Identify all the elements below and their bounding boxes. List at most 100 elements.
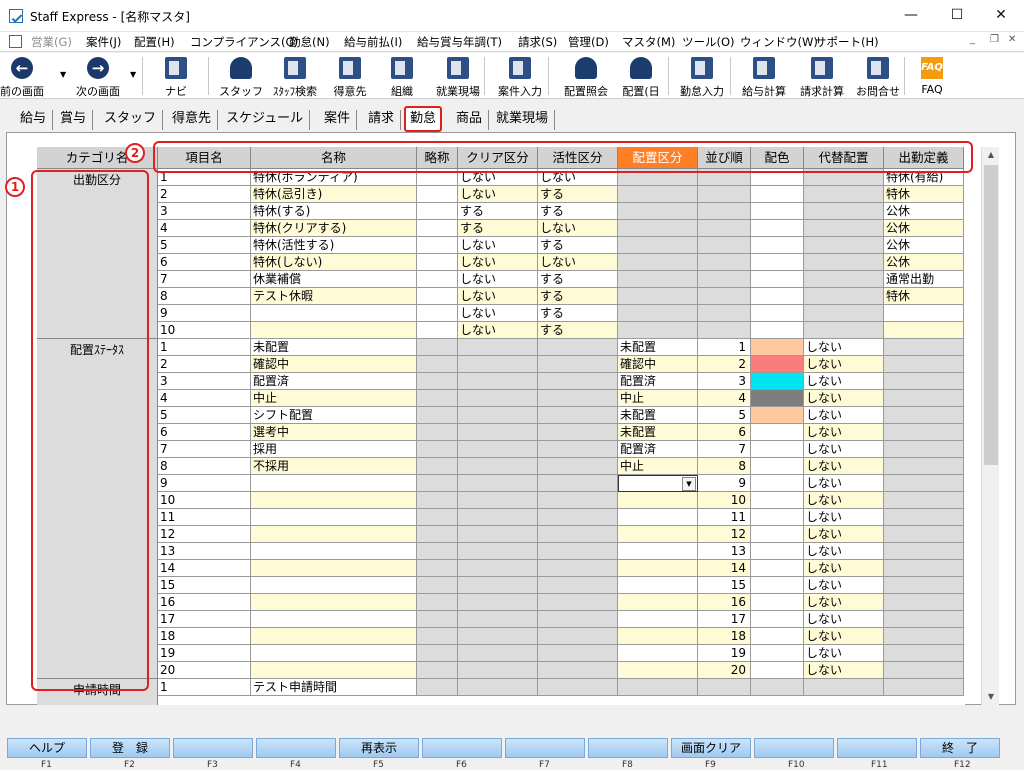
alt-placement-cell[interactable]: しない — [804, 611, 884, 628]
order-cell[interactable]: 20 — [698, 662, 751, 679]
attendance-def-cell[interactable] — [884, 322, 964, 339]
item-cell[interactable]: 6 — [158, 254, 251, 271]
order-cell[interactable]: 16 — [698, 594, 751, 611]
name-cell[interactable] — [251, 628, 417, 645]
menu-item-13[interactable]: サポート(H) — [815, 34, 879, 50]
attendance-def-cell[interactable] — [884, 305, 964, 322]
color-cell[interactable] — [751, 645, 804, 662]
name-cell[interactable]: テスト申請時間 — [251, 679, 417, 696]
item-cell[interactable]: 7 — [158, 441, 251, 458]
active-kubun-cell[interactable]: する — [538, 186, 618, 203]
clear-kubun-cell[interactable]: しない — [458, 305, 538, 322]
name-cell[interactable]: 配置済 — [251, 373, 417, 390]
clear-kubun-cell[interactable]: しない — [458, 186, 538, 203]
name-cell[interactable]: 確認中 — [251, 356, 417, 373]
mdi-restore-icon[interactable]: ❐ — [990, 34, 999, 45]
color-cell[interactable] — [751, 475, 804, 492]
name-cell[interactable]: 休業補償 — [251, 271, 417, 288]
scroll-thumb[interactable] — [984, 165, 998, 465]
name-cell[interactable] — [251, 560, 417, 577]
alt-placement-cell[interactable]: しない — [804, 594, 884, 611]
clear-kubun-cell[interactable]: しない — [458, 237, 538, 254]
abbrev-cell[interactable] — [417, 254, 458, 271]
placement-kubun-cell[interactable] — [618, 577, 698, 594]
name-cell[interactable] — [251, 526, 417, 543]
close-button[interactable]: ✕ — [978, 0, 1024, 30]
fkey-button-11[interactable] — [837, 738, 917, 758]
placement-kubun-cell[interactable] — [618, 611, 698, 628]
toolbar-button-1[interactable]: ← 前の画面 — [0, 54, 44, 98]
order-cell[interactable]: 7 — [698, 441, 751, 458]
menu-item-1[interactable]: 営業(G) — [31, 34, 72, 50]
alt-placement-cell[interactable]: しない — [804, 424, 884, 441]
toolbar-button-13[interactable]: 給与計算 — [736, 54, 792, 98]
menu-item-3[interactable]: 配置(H) — [134, 34, 175, 50]
color-cell[interactable] — [751, 339, 804, 356]
alt-placement-cell[interactable]: しない — [804, 475, 884, 492]
name-cell[interactable]: 採用 — [251, 441, 417, 458]
name-cell[interactable]: 特休(する) — [251, 203, 417, 220]
name-cell[interactable] — [251, 322, 417, 339]
color-cell[interactable] — [751, 458, 804, 475]
menu-item-6[interactable]: 給与前払(I) — [344, 34, 402, 50]
color-cell[interactable] — [751, 254, 804, 271]
item-cell[interactable]: 15 — [158, 577, 251, 594]
color-cell[interactable] — [751, 322, 804, 339]
alt-placement-cell[interactable]: しない — [804, 645, 884, 662]
color-cell[interactable] — [751, 237, 804, 254]
placement-kubun-cell[interactable] — [618, 492, 698, 509]
name-cell[interactable]: シフト配置 — [251, 407, 417, 424]
active-kubun-cell[interactable]: しない — [538, 220, 618, 237]
item-cell[interactable]: 8 — [158, 458, 251, 475]
order-cell[interactable]: 17 — [698, 611, 751, 628]
color-cell[interactable] — [751, 594, 804, 611]
abbrev-cell[interactable] — [417, 220, 458, 237]
name-cell[interactable] — [251, 611, 417, 628]
item-cell[interactable]: 6 — [158, 424, 251, 441]
alt-placement-cell[interactable]: しない — [804, 577, 884, 594]
dropdown-arrow-icon[interactable]: ▼ — [130, 70, 136, 79]
menu-item-4[interactable]: コンプライアンス(C) — [190, 34, 298, 50]
color-cell[interactable] — [751, 492, 804, 509]
dropdown-arrow-icon[interactable]: ▼ — [60, 70, 66, 79]
order-cell[interactable]: 4 — [698, 390, 751, 407]
color-cell[interactable] — [751, 441, 804, 458]
order-cell[interactable]: 6 — [698, 424, 751, 441]
fkey-button-4[interactable] — [256, 738, 336, 758]
item-cell[interactable]: 11 — [158, 509, 251, 526]
abbrev-cell[interactable] — [417, 271, 458, 288]
mdi-close-icon[interactable]: ✕ — [1008, 34, 1016, 45]
clear-kubun-cell[interactable]: する — [458, 203, 538, 220]
item-cell[interactable]: 8 — [158, 288, 251, 305]
order-cell[interactable]: 15 — [698, 577, 751, 594]
menu-item-8[interactable]: 請求(S) — [518, 34, 557, 50]
placement-kubun-cell[interactable]: 中止 — [618, 458, 698, 475]
clear-kubun-cell[interactable]: しない — [458, 288, 538, 305]
name-cell[interactable] — [251, 662, 417, 679]
item-cell[interactable]: 16 — [158, 594, 251, 611]
toolbar-button-2[interactable]: → 次の画面 — [70, 54, 126, 98]
alt-placement-cell[interactable]: しない — [804, 339, 884, 356]
fkey-button-10[interactable] — [754, 738, 834, 758]
active-kubun-cell[interactable]: する — [538, 288, 618, 305]
color-cell[interactable] — [751, 424, 804, 441]
placement-kubun-cell[interactable] — [618, 526, 698, 543]
item-cell[interactable]: 7 — [158, 271, 251, 288]
order-cell[interactable]: 11 — [698, 509, 751, 526]
name-cell[interactable] — [251, 543, 417, 560]
placement-kubun-cell[interactable] — [618, 628, 698, 645]
placement-kubun-cell[interactable]: 未配置 — [618, 407, 698, 424]
alt-placement-cell[interactable]: しない — [804, 662, 884, 679]
attendance-def-cell[interactable]: 公休 — [884, 203, 964, 220]
abbrev-cell[interactable] — [417, 288, 458, 305]
toolbar-button-16[interactable]: FAQ FAQ — [910, 54, 954, 98]
color-cell[interactable] — [751, 577, 804, 594]
active-kubun-cell[interactable]: しない — [538, 254, 618, 271]
placement-kubun-cell[interactable] — [618, 645, 698, 662]
item-cell[interactable]: 20 — [158, 662, 251, 679]
item-cell[interactable]: 9 — [158, 475, 251, 492]
active-kubun-cell[interactable]: する — [538, 305, 618, 322]
name-cell[interactable]: テスト休暇 — [251, 288, 417, 305]
name-cell[interactable] — [251, 577, 417, 594]
toolbar-button-4[interactable]: スタッフ — [218, 54, 264, 98]
